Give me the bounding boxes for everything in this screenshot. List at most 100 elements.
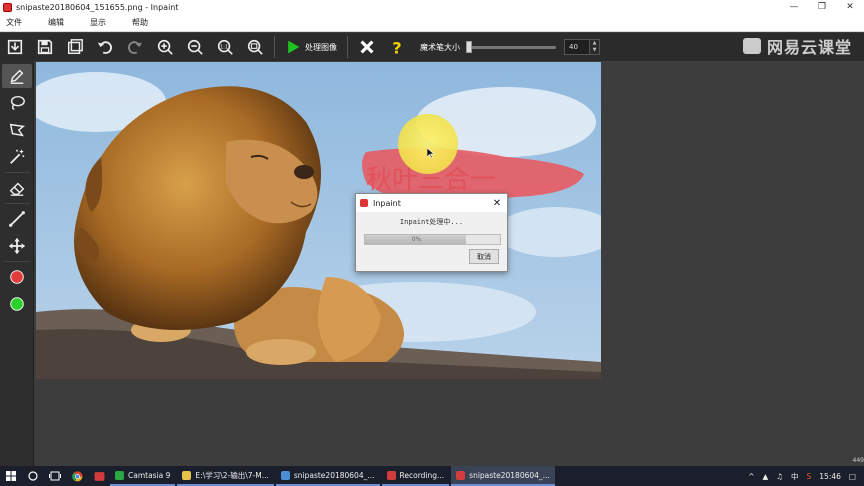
save-as-button[interactable]: [62, 35, 88, 59]
brush-size-spinbox[interactable]: 40 ▲ ▼: [564, 39, 600, 55]
line-icon: [9, 211, 25, 227]
chrome-icon: [71, 470, 82, 481]
cancel-button[interactable]: 取消: [469, 249, 499, 264]
panel-separator: [4, 261, 30, 262]
edge-number: 449: [852, 457, 864, 464]
taskbar-item-label: Camtasia 9: [128, 470, 171, 480]
ime-indicator[interactable]: 中: [791, 471, 799, 482]
sogou-icon[interactable]: S: [807, 472, 812, 481]
close-x-icon: [360, 40, 374, 54]
task-view-button[interactable]: [44, 466, 66, 486]
task-view-icon: [49, 471, 61, 481]
clear-selection-button[interactable]: [354, 35, 380, 59]
zoom-in-button[interactable]: [152, 35, 178, 59]
watermark-text: 网易云课堂: [766, 38, 852, 57]
window-title: snipaste20180604_151655.png - Inpaint: [16, 2, 179, 12]
taskbar-item-explorer[interactable]: E:\学习\2-输出\7-M...: [177, 466, 274, 486]
app-pinned-button[interactable]: [88, 466, 110, 486]
open-button[interactable]: [2, 35, 28, 59]
main-toolbar: 1:1 处理图像 ? 魔术笔大小 40 ▲ ▼: [0, 33, 864, 61]
search-circle-icon: [28, 471, 38, 481]
magic-wand-button[interactable]: [2, 145, 32, 169]
menu-view[interactable]: 显示: [84, 17, 126, 28]
red-marker-button[interactable]: [2, 265, 32, 289]
dialog-app-icon: [360, 199, 368, 207]
image-canvas[interactable]: 秋叶三合一: [36, 62, 601, 379]
watermark-icon: [742, 38, 761, 54]
chrome-button[interactable]: [66, 466, 88, 486]
menu-help[interactable]: 帮助: [126, 17, 168, 28]
green-dot-icon: [10, 297, 24, 311]
save-button[interactable]: [32, 35, 58, 59]
move-icon: [8, 237, 26, 255]
watermark-logo: 网易云课堂: [742, 34, 852, 58]
minimize-button[interactable]: —: [780, 0, 808, 14]
notification-icon[interactable]: □: [849, 472, 856, 481]
maximize-button[interactable]: ❐: [808, 0, 836, 14]
taskbar-item-camtasia[interactable]: Camtasia 9: [110, 466, 176, 486]
dialog-close-icon[interactable]: ✕: [487, 198, 507, 209]
tray-chevron-icon[interactable]: ^: [748, 472, 754, 481]
windows-taskbar: Camtasia 9 E:\学习\2-输出\7-M... snipaste201…: [0, 466, 864, 486]
recording-icon: [386, 470, 396, 480]
svg-text:1:1: 1:1: [220, 44, 228, 50]
menu-bar: 文件 编辑 显示 帮助: [0, 14, 864, 32]
pencil-icon: [10, 69, 24, 84]
progress-bar: 0%: [364, 234, 501, 245]
clock[interactable]: 15:46: [819, 472, 841, 481]
dialog-title: Inpaint: [373, 198, 401, 208]
progress-text: 0%: [411, 236, 422, 243]
app-pinned-icon: [94, 471, 104, 481]
volume-icon[interactable]: ♫: [776, 472, 783, 481]
green-marker-button[interactable]: [2, 292, 32, 316]
snipaste-icon: [280, 470, 290, 480]
process-image-button[interactable]: 处理图像: [279, 35, 343, 59]
search-button[interactable]: [22, 466, 44, 486]
actual-size-icon: 1:1: [217, 39, 233, 55]
taskbar-item-label: E:\学习\2-输出\7-M...: [195, 470, 269, 480]
close-window-button[interactable]: ✕: [836, 0, 864, 14]
app-icon: [3, 2, 12, 12]
move-tool-button[interactable]: [2, 234, 32, 258]
toolbar-separator: [347, 36, 348, 58]
brush-size-input[interactable]: 40: [564, 39, 590, 55]
start-button[interactable]: [0, 466, 22, 486]
undo-button[interactable]: [92, 35, 118, 59]
title-bar: snipaste20180604_151655.png - Inpaint — …: [0, 0, 864, 14]
fit-window-button[interactable]: [242, 35, 268, 59]
eraser-tool-button[interactable]: [2, 176, 32, 200]
polygon-lasso-button[interactable]: [2, 118, 32, 142]
magic-wand-icon: [10, 149, 25, 164]
brush-size-slider[interactable]: [466, 41, 556, 53]
marker-tool-button[interactable]: [2, 64, 32, 88]
tool-panel: [0, 61, 34, 466]
lion-photo[interactable]: 秋叶三合一: [36, 62, 601, 379]
line-tool-button[interactable]: [2, 207, 32, 231]
inpaint-app-window: snipaste20180604_151655.png - Inpaint — …: [0, 0, 864, 486]
slider-thumb[interactable]: [466, 41, 472, 53]
panel-separator: [4, 172, 30, 173]
toolbar-separator: [274, 36, 275, 58]
taskbar-item-snipaste[interactable]: snipaste20180604_...: [275, 466, 380, 486]
network-icon[interactable]: ▲: [763, 472, 769, 481]
zoom-out-button[interactable]: [182, 35, 208, 59]
inpaint-icon: [456, 470, 466, 480]
taskbar-item-inpaint[interactable]: snipaste20180604_...: [451, 466, 555, 486]
spin-arrows[interactable]: ▲ ▼: [590, 39, 600, 55]
actual-size-button[interactable]: 1:1: [212, 35, 238, 59]
menu-file[interactable]: 文件: [0, 17, 42, 28]
save-as-icon: [67, 39, 83, 55]
zoom-in-icon: [157, 39, 173, 55]
spin-down-icon[interactable]: ▼: [593, 47, 597, 54]
zoom-out-icon: [187, 39, 203, 55]
lasso-tool-button[interactable]: [2, 91, 32, 115]
taskbar-item-label: Recording...: [399, 470, 445, 480]
panel-separator: [4, 203, 30, 204]
red-dot-icon: [10, 270, 24, 284]
spin-up-icon[interactable]: ▲: [593, 40, 597, 47]
inpaint-progress-dialog: Inpaint ✕ Inpaint处理中... 0% 取消: [355, 193, 508, 272]
menu-edit[interactable]: 编辑: [42, 17, 84, 28]
redo-button[interactable]: [122, 35, 148, 59]
taskbar-item-recording[interactable]: Recording...: [381, 466, 450, 486]
help-button[interactable]: ?: [384, 35, 410, 59]
